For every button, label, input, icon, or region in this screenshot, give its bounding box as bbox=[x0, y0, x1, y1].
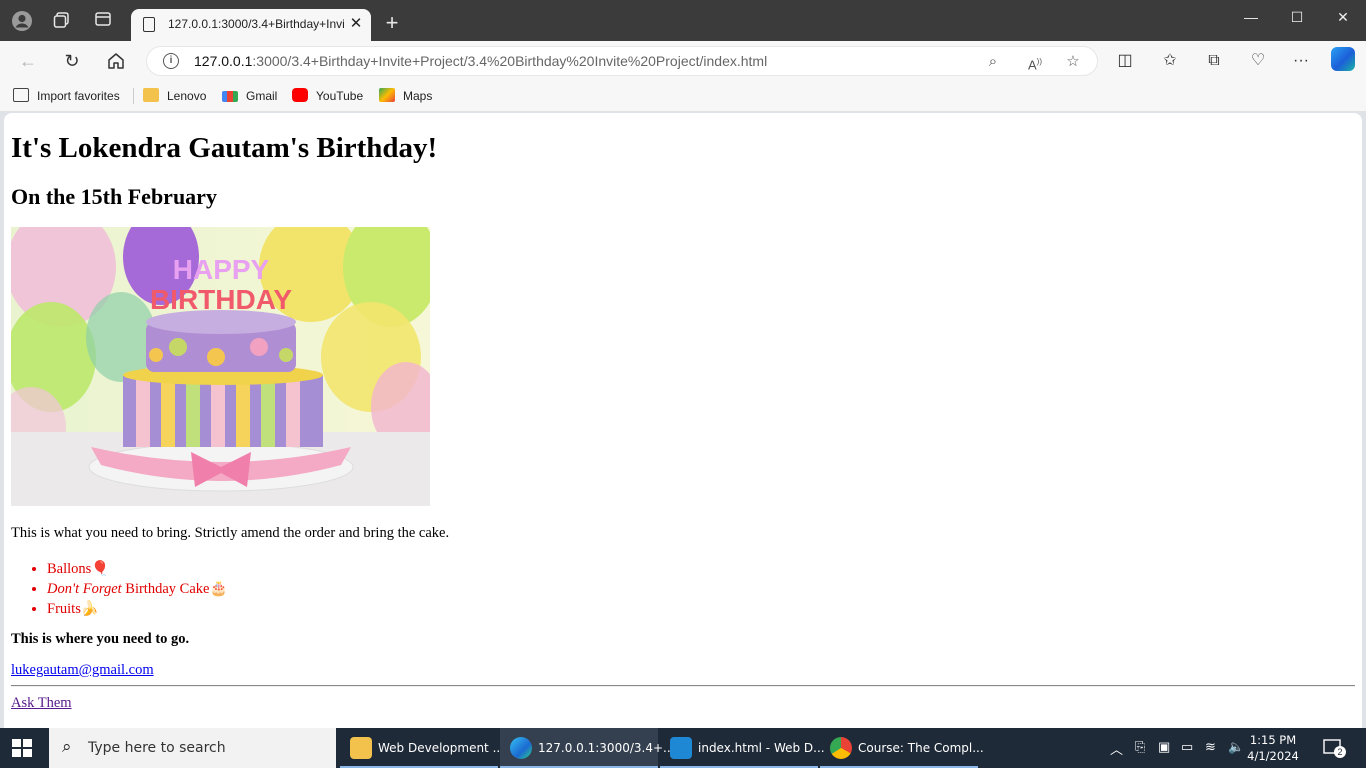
meet-now-icon[interactable]: ⎘ bbox=[1135, 739, 1145, 755]
ask-them-link[interactable]: Ask Them bbox=[11, 695, 72, 712]
page-subheading: On the 15th February bbox=[11, 184, 217, 209]
intro-text: This is what you need to bring. Strictly… bbox=[11, 525, 450, 541]
divider bbox=[11, 685, 1355, 687]
browser-essentials-icon[interactable]: ♡ bbox=[1246, 49, 1270, 73]
favorites-separator bbox=[133, 88, 134, 104]
list-item: Fruits🍌 bbox=[47, 599, 228, 619]
gmail-icon bbox=[222, 91, 238, 102]
maps-icon bbox=[379, 88, 395, 102]
search-icon: ⌕ bbox=[62, 737, 72, 756]
read-aloud-icon[interactable]: A)) bbox=[1024, 51, 1046, 73]
banana-icon: 🍌 bbox=[80, 601, 99, 617]
title-bar: 127.0.0.1:3000/3.4+Birthday+Invite+Proje… bbox=[0, 0, 1366, 41]
notification-count-badge: 2 bbox=[1334, 746, 1346, 758]
taskbar-search[interactable]: ⌕ Type here to search bbox=[49, 728, 336, 768]
cake-icon: 🎂 bbox=[209, 581, 228, 597]
taskbar-app-edge[interactable]: 127.0.0.1:3000/3.4+... bbox=[500, 728, 674, 768]
minimize-icon[interactable]: — bbox=[1228, 4, 1274, 30]
tab-actions-icon[interactable] bbox=[92, 10, 114, 32]
vscode-icon bbox=[670, 737, 692, 759]
search-placeholder: Type here to search bbox=[88, 740, 226, 756]
maximize-icon[interactable]: ☐ bbox=[1274, 4, 1320, 30]
site-info-icon[interactable]: i bbox=[163, 53, 179, 69]
zoom-icon[interactable]: ⌕ bbox=[982, 51, 1004, 73]
notifications-icon[interactable]: 2 bbox=[1322, 738, 1346, 758]
page-heading: It's Lokendra Gautam's Birthday! bbox=[11, 132, 438, 164]
import-icon bbox=[13, 88, 29, 102]
back-icon[interactable]: ← bbox=[16, 49, 40, 73]
wifi-icon[interactable]: ≋ bbox=[1205, 739, 1216, 755]
navigation-bar: ← ↻ i 127.0.0.1:3000/3.4+Birthday+Invite… bbox=[0, 41, 1366, 80]
battery-icon[interactable]: ▭ bbox=[1181, 739, 1193, 755]
more-options-icon[interactable]: ··· bbox=[1289, 49, 1313, 73]
address-bar[interactable]: i 127.0.0.1:3000/3.4+Birthday+Invite+Pro… bbox=[146, 46, 1098, 76]
taskbar-app-vscode[interactable]: index.html - Web D... bbox=[660, 728, 825, 768]
import-favorites-link[interactable]: Import favorites bbox=[13, 87, 120, 105]
list-item: Ballons🎈 bbox=[47, 559, 228, 579]
close-tab-icon[interactable]: ✕ bbox=[347, 14, 365, 34]
edge-icon bbox=[510, 737, 532, 759]
lenovo-folder[interactable]: Lenovo bbox=[143, 87, 206, 105]
system-clock[interactable]: 1:15 PM 4/1/2024 bbox=[1245, 732, 1301, 764]
youtube-link[interactable]: YouTube bbox=[292, 87, 363, 105]
display-icon[interactable]: ▣ bbox=[1158, 739, 1170, 755]
refresh-icon[interactable]: ↻ bbox=[60, 49, 84, 73]
youtube-icon bbox=[292, 88, 308, 102]
page-icon bbox=[143, 17, 155, 32]
favorites-icon[interactable]: ✩ bbox=[1158, 49, 1182, 73]
chrome-icon bbox=[830, 737, 852, 759]
taskbar: ⌕ Type here to search Web Development ..… bbox=[0, 728, 1366, 768]
maps-link[interactable]: Maps bbox=[379, 87, 432, 105]
bring-list: Ballons🎈 Don't Forget Birthday Cake🎂 Fru… bbox=[47, 559, 228, 619]
folder-icon bbox=[350, 737, 372, 759]
url-text: 127.0.0.1:3000/3.4+Birthday+Invite+Proje… bbox=[194, 53, 768, 69]
windows-start-icon[interactable] bbox=[12, 739, 32, 757]
page-viewport: It's Lokendra Gautam's Birthday! On the … bbox=[4, 113, 1362, 728]
volume-icon[interactable]: 🔈 bbox=[1228, 739, 1244, 755]
split-screen-icon[interactable]: ◫ bbox=[1113, 49, 1137, 73]
close-window-icon[interactable]: ✕ bbox=[1320, 4, 1366, 30]
chevron-up-icon[interactable]: ︿ bbox=[1110, 739, 1123, 758]
favorite-star-icon[interactable]: ☆ bbox=[1062, 51, 1084, 73]
birthday-cake-image: HAPPY BIRTHDAY bbox=[11, 227, 430, 506]
new-tab-icon[interactable]: + bbox=[381, 12, 403, 34]
cake-candles-happy: HAPPY bbox=[173, 254, 270, 285]
collections-icon[interactable]: ⧉ bbox=[1202, 49, 1226, 73]
email-link[interactable]: lukegautam@gmail.com bbox=[11, 662, 154, 679]
active-tab[interactable]: 127.0.0.1:3000/3.4+Birthday+Invite+Proje… bbox=[131, 9, 371, 41]
where-text: This is where you need to go. bbox=[11, 631, 190, 647]
taskbar-app-file-explorer[interactable]: Web Development ... bbox=[340, 728, 504, 768]
tab-title: 127.0.0.1:3000/3.4+Birthday+Invite+Proje… bbox=[168, 17, 344, 31]
workspaces-icon[interactable] bbox=[51, 10, 73, 32]
taskbar-app-chrome[interactable]: Course: The Compl... bbox=[820, 728, 984, 768]
list-item: Don't Forget Birthday Cake🎂 bbox=[47, 579, 228, 599]
profile-icon[interactable] bbox=[11, 10, 33, 32]
balloon-icon: 🎈 bbox=[91, 561, 110, 577]
gmail-link[interactable]: Gmail bbox=[222, 87, 277, 105]
copilot-icon[interactable] bbox=[1331, 47, 1355, 71]
favorites-bar: Import favorites Lenovo Gmail YouTube Ma… bbox=[0, 80, 1366, 112]
folder-icon bbox=[143, 88, 159, 102]
cake-candles-birthday: BIRTHDAY bbox=[150, 284, 292, 315]
home-icon[interactable] bbox=[104, 49, 128, 73]
